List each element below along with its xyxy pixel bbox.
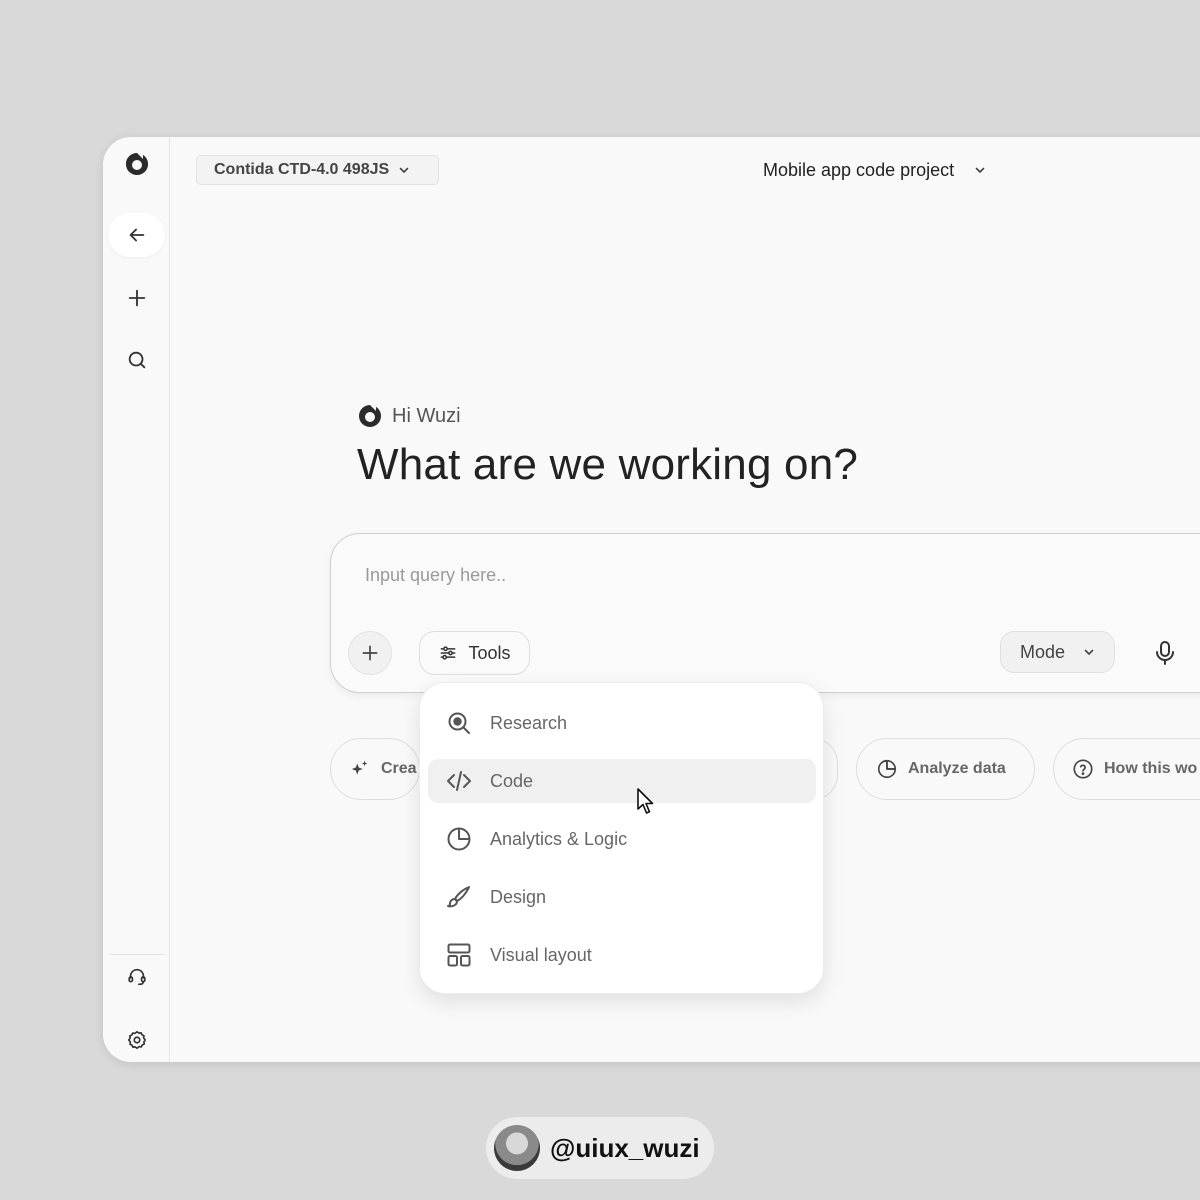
greeting-text: Hi Wuzi xyxy=(392,404,461,427)
author-handle: @uiux_wuzi xyxy=(550,1132,700,1163)
mode-selector-label: Mode xyxy=(1019,641,1066,662)
menu-item-label: Analytics & Logic xyxy=(490,828,628,849)
model-selector-label: Contida CTD-4.0 498JS xyxy=(214,161,390,178)
back-button[interactable] xyxy=(108,213,165,257)
model-selector[interactable]: Contida CTD-4.0 498JS xyxy=(196,155,439,185)
menu-item-label: Code xyxy=(490,770,534,791)
menu-item-visual-layout[interactable]: Visual layout xyxy=(428,933,816,977)
tools-button[interactable]: Tools xyxy=(419,631,530,675)
logo-icon xyxy=(359,405,381,427)
code-icon xyxy=(447,771,471,791)
search-icon xyxy=(128,351,145,369)
menu-item-code[interactable]: Code xyxy=(428,759,816,803)
chevron-down-icon xyxy=(399,167,409,173)
arrow-left-icon xyxy=(129,228,144,242)
pie-chart-icon xyxy=(877,759,897,779)
pie-chart-icon xyxy=(447,827,471,851)
suggestion-chip-how-this-works[interactable]: How this wo xyxy=(1053,738,1200,800)
layout-icon xyxy=(447,943,471,967)
new-chat-button[interactable] xyxy=(108,276,165,320)
settings-button[interactable] xyxy=(108,1018,165,1062)
mode-selector[interactable]: Mode xyxy=(1000,631,1115,673)
author-handle-badge: @uiux_wuzi xyxy=(486,1117,714,1179)
sparkles-icon xyxy=(351,760,368,775)
avatar xyxy=(494,1125,540,1171)
gear-icon xyxy=(127,1030,146,1050)
menu-item-label: Design xyxy=(490,886,547,907)
greeting: Hi Wuzi xyxy=(356,402,461,430)
sliders-icon xyxy=(441,646,456,660)
page-title: What are we working on? xyxy=(357,440,859,489)
suggestion-chip-create[interactable]: Crea xyxy=(330,738,420,800)
attach-button[interactable] xyxy=(348,631,392,675)
chevron-down-icon xyxy=(1084,649,1094,655)
plus-icon xyxy=(128,289,145,307)
suggestion-chip-analyze-data[interactable]: Analyze data xyxy=(856,738,1035,800)
query-composer: Tools Mode xyxy=(330,533,1200,693)
support-button[interactable] xyxy=(108,955,165,999)
tools-dropdown-menu: Research Code Analytics & Logic Design V… xyxy=(419,682,824,994)
microphone-icon xyxy=(1156,641,1174,665)
brush-icon xyxy=(447,886,470,908)
menu-item-research[interactable]: Research xyxy=(428,701,816,745)
logo-icon xyxy=(126,153,148,175)
project-selector[interactable]: Mobile app code project xyxy=(763,156,986,184)
sidebar xyxy=(103,137,170,1062)
menu-item-label: Research xyxy=(490,712,568,733)
app-window: Contida CTD-4.0 498JS Mobile app code pr… xyxy=(103,137,1200,1062)
menu-item-design[interactable]: Design xyxy=(428,875,816,919)
project-title: Mobile app code project xyxy=(763,159,955,180)
chevron-down-icon xyxy=(975,167,985,173)
tools-button-label: Tools xyxy=(468,642,511,663)
menu-item-analytics-logic[interactable]: Analytics & Logic xyxy=(428,817,816,861)
suggestion-chip-label: How this wo xyxy=(1104,760,1198,777)
question-circle-icon xyxy=(1073,759,1093,779)
plus-icon xyxy=(362,645,378,661)
menu-item-label: Visual layout xyxy=(490,944,592,965)
suggestion-chip-label: Analyze data xyxy=(908,760,1006,777)
search-button[interactable] xyxy=(108,338,165,382)
headset-icon xyxy=(127,968,146,986)
mouse-cursor-icon xyxy=(637,788,654,814)
microphone-button[interactable] xyxy=(1143,631,1187,675)
suggestion-chip-label: Crea xyxy=(381,760,417,777)
query-input[interactable] xyxy=(365,560,1065,590)
research-icon xyxy=(448,712,470,734)
